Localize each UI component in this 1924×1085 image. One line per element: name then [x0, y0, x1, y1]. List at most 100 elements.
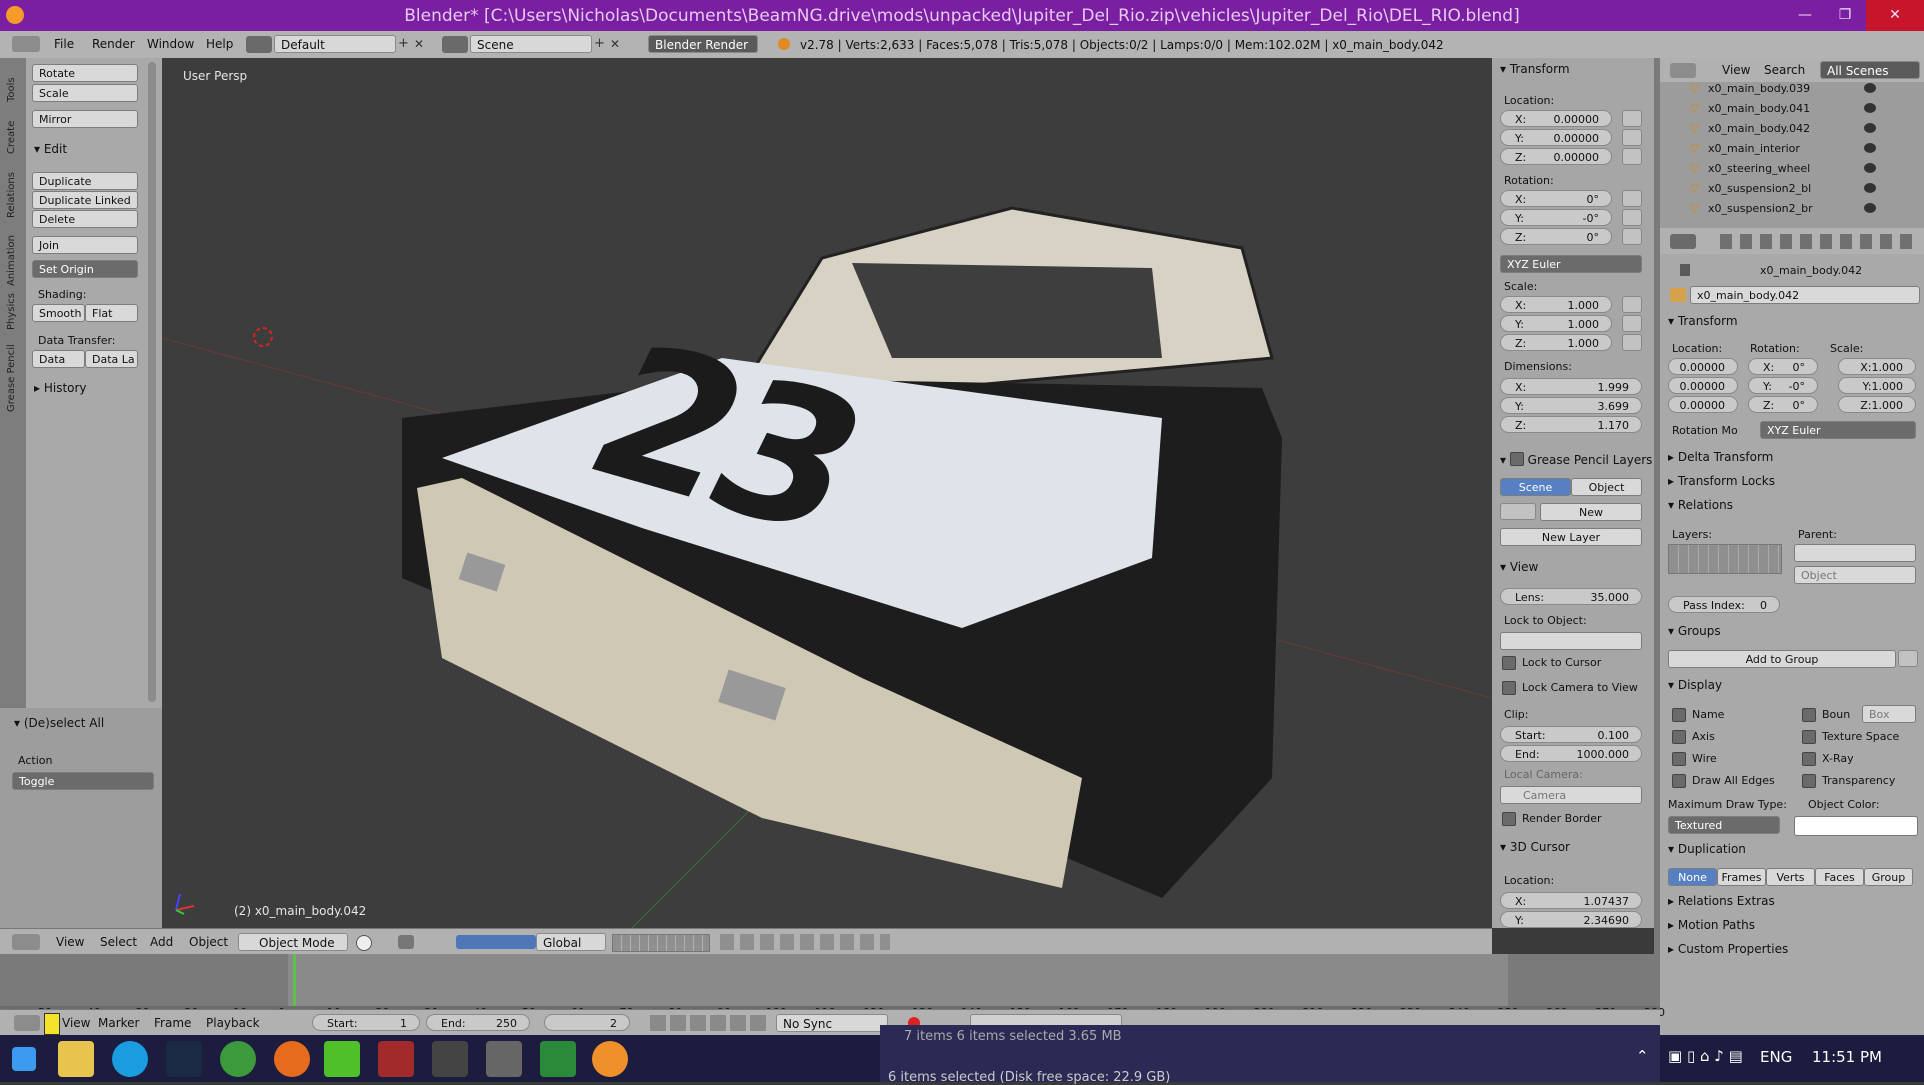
start-windows-icon[interactable] [12, 1047, 36, 1071]
tl-menu-playback[interactable]: Playback [206, 1016, 260, 1030]
gp-new-layer-button[interactable]: New Layer [1500, 528, 1642, 546]
tab-physics[interactable]: Physics [6, 293, 17, 330]
relations-header[interactable]: ▾ Relations [1668, 498, 1733, 512]
lock-object-field[interactable] [1500, 632, 1642, 650]
location-z-field[interactable]: Z: 0.00000 [1500, 148, 1612, 165]
object-layers-grid[interactable] [1668, 544, 1782, 574]
outliner-row[interactable]: ▽ x0_main_body.041 [1674, 100, 1914, 118]
gp-scene-button[interactable]: Scene [1500, 478, 1571, 496]
tl-menu-marker[interactable]: Marker [98, 1016, 139, 1030]
rotation-mode-select[interactable]: XYZ Euler [1500, 255, 1642, 273]
chrome-icon[interactable] [220, 1041, 256, 1077]
outliner-view-menu[interactable]: View [1722, 63, 1750, 77]
duplication-option[interactable]: Frames [1717, 868, 1766, 886]
sound-app-icon[interactable] [486, 1041, 522, 1077]
minimize-button[interactable]: — [1785, 0, 1825, 31]
action-select[interactable]: Toggle [12, 772, 154, 790]
scene-icon[interactable] [442, 36, 468, 53]
playback-controls[interactable] [650, 1015, 770, 1031]
dimension-x-field[interactable]: X: 1.999 [1500, 378, 1642, 395]
props-loc-x-field[interactable]: 0.00000 [1668, 358, 1738, 375]
visibility-eye-icon[interactable] [1864, 143, 1876, 153]
tl-menu-frame[interactable]: Frame [154, 1016, 191, 1030]
skype-icon[interactable] [112, 1041, 148, 1077]
duplication-header[interactable]: ▾ Duplication [1668, 842, 1746, 856]
start-frame-field[interactable]: Start: 1 [312, 1014, 420, 1031]
props-scale-x-field[interactable]: X:1.000 [1838, 358, 1916, 375]
outliner-filter-select[interactable]: All Scenes [1820, 61, 1920, 79]
menu-select[interactable]: Select [100, 935, 137, 949]
dimension-y-field[interactable]: Y: 3.699 [1500, 397, 1642, 414]
rotation-z-field[interactable]: Z: 0° [1500, 228, 1612, 245]
editor-type-icon[interactable] [12, 934, 40, 950]
current-frame-field[interactable]: 2 [544, 1014, 630, 1031]
pass-index-field[interactable]: Pass Index: 0 [1668, 596, 1780, 613]
location-x-field[interactable]: X: 0.00000 [1500, 110, 1612, 127]
context-tabs-icons[interactable] [1720, 234, 1920, 249]
pivot-icon[interactable] [398, 935, 414, 949]
mirror-button[interactable]: Mirror [32, 110, 138, 128]
outliner-editor-icon[interactable] [1670, 63, 1696, 78]
remove-layout-icon[interactable]: ✕ [414, 38, 426, 50]
set-origin-button[interactable]: Set Origin [32, 260, 138, 278]
outliner-row[interactable]: ▽ x0_main_body.042 [1674, 120, 1914, 138]
info-editor-icon[interactable] [12, 36, 40, 52]
lock-to-cursor-checkbox[interactable] [1502, 656, 1516, 670]
tray-arrow-icon[interactable]: ⌃ [1636, 1047, 1649, 1065]
props-loc-z-field[interactable]: 0.00000 [1668, 396, 1738, 413]
file-explorer-icon[interactable] [58, 1041, 94, 1077]
firefox-icon[interactable] [274, 1041, 310, 1077]
tab-animation[interactable]: Animation [6, 235, 17, 286]
maximize-button[interactable]: ❐ [1825, 0, 1865, 31]
parent-type-select[interactable]: Object [1794, 566, 1916, 584]
menu-help[interactable]: Help [206, 37, 233, 51]
operator-header[interactable]: ▾ (De)select All [14, 716, 104, 730]
outliner-row[interactable]: ▽ x0_steering_wheel [1674, 160, 1914, 178]
object-color-swatch[interactable] [1794, 816, 1918, 836]
n-transform-header[interactable]: ▾ Transform [1500, 62, 1570, 76]
steam-icon[interactable] [166, 1041, 202, 1077]
rotate-button[interactable]: Rotate [32, 64, 138, 82]
duplication-option[interactable]: Faces [1815, 868, 1864, 886]
props-scale-z-field[interactable]: Z:1.000 [1838, 396, 1916, 413]
gp-pencil-icon[interactable] [1500, 503, 1536, 520]
pin-icon[interactable] [1680, 264, 1690, 276]
visibility-eye-icon[interactable] [1864, 123, 1876, 133]
language-indicator[interactable]: ENG [1760, 1048, 1792, 1066]
flat-button[interactable]: Flat [85, 304, 138, 322]
outliner-row[interactable]: ▽ x0_main_interior [1674, 140, 1914, 158]
menu-file[interactable]: File [54, 37, 74, 51]
motion-paths-header[interactable]: ▸ Motion Paths [1668, 918, 1755, 932]
close-button[interactable]: ✕ [1866, 0, 1924, 31]
grease-pencil-checkbox[interactable] [1509, 452, 1524, 466]
remove-scene-icon[interactable]: ✕ [610, 38, 622, 50]
history-panel-header[interactable]: ▸ History [34, 381, 87, 395]
lock-scale-z-icon[interactable] [1622, 334, 1642, 351]
clock[interactable]: 11:51 PM [1812, 1048, 1882, 1066]
max-draw-type-select[interactable]: Textured [1668, 816, 1780, 834]
props-scale-y-field[interactable]: Y:1.000 [1838, 377, 1916, 394]
visibility-eye-icon[interactable] [1864, 183, 1876, 193]
menu-add[interactable]: Add [150, 935, 173, 949]
texture-space-checkbox[interactable] [1802, 730, 1816, 744]
scale-x-field[interactable]: X: 1.000 [1500, 296, 1612, 313]
outliner-row[interactable]: ▽ x0_main_body.039 [1674, 80, 1914, 98]
props-transform-header[interactable]: ▾ Transform [1668, 314, 1738, 328]
display-wire-checkbox[interactable] [1672, 752, 1686, 766]
cursor-y-field[interactable]: Y: 2.34690 [1500, 911, 1642, 928]
3d-viewport[interactable]: 23 User Persp (2) x0_main_body.042 [162, 58, 1492, 928]
tab-create[interactable]: Create [6, 121, 17, 154]
data-transfer-button[interactable]: Data [32, 350, 85, 368]
rotation-x-field[interactable]: X: 0° [1500, 190, 1612, 207]
transform-locks-header[interactable]: ▸ Transform Locks [1668, 474, 1775, 488]
display-axis-checkbox[interactable] [1672, 730, 1686, 744]
add-layout-icon[interactable]: + [398, 37, 410, 50]
props-rot-z-field[interactable]: Z: 0° [1748, 396, 1818, 413]
scale-button[interactable]: Scale [32, 84, 138, 102]
custom-properties-header[interactable]: ▸ Custom Properties [1668, 942, 1788, 956]
spreadsheet-icon[interactable] [540, 1041, 576, 1077]
sync-select[interactable]: No Sync [776, 1014, 888, 1032]
visibility-eye-icon[interactable] [1864, 163, 1876, 173]
layout-icon[interactable] [246, 36, 272, 53]
add-group-icon[interactable] [1898, 650, 1918, 667]
